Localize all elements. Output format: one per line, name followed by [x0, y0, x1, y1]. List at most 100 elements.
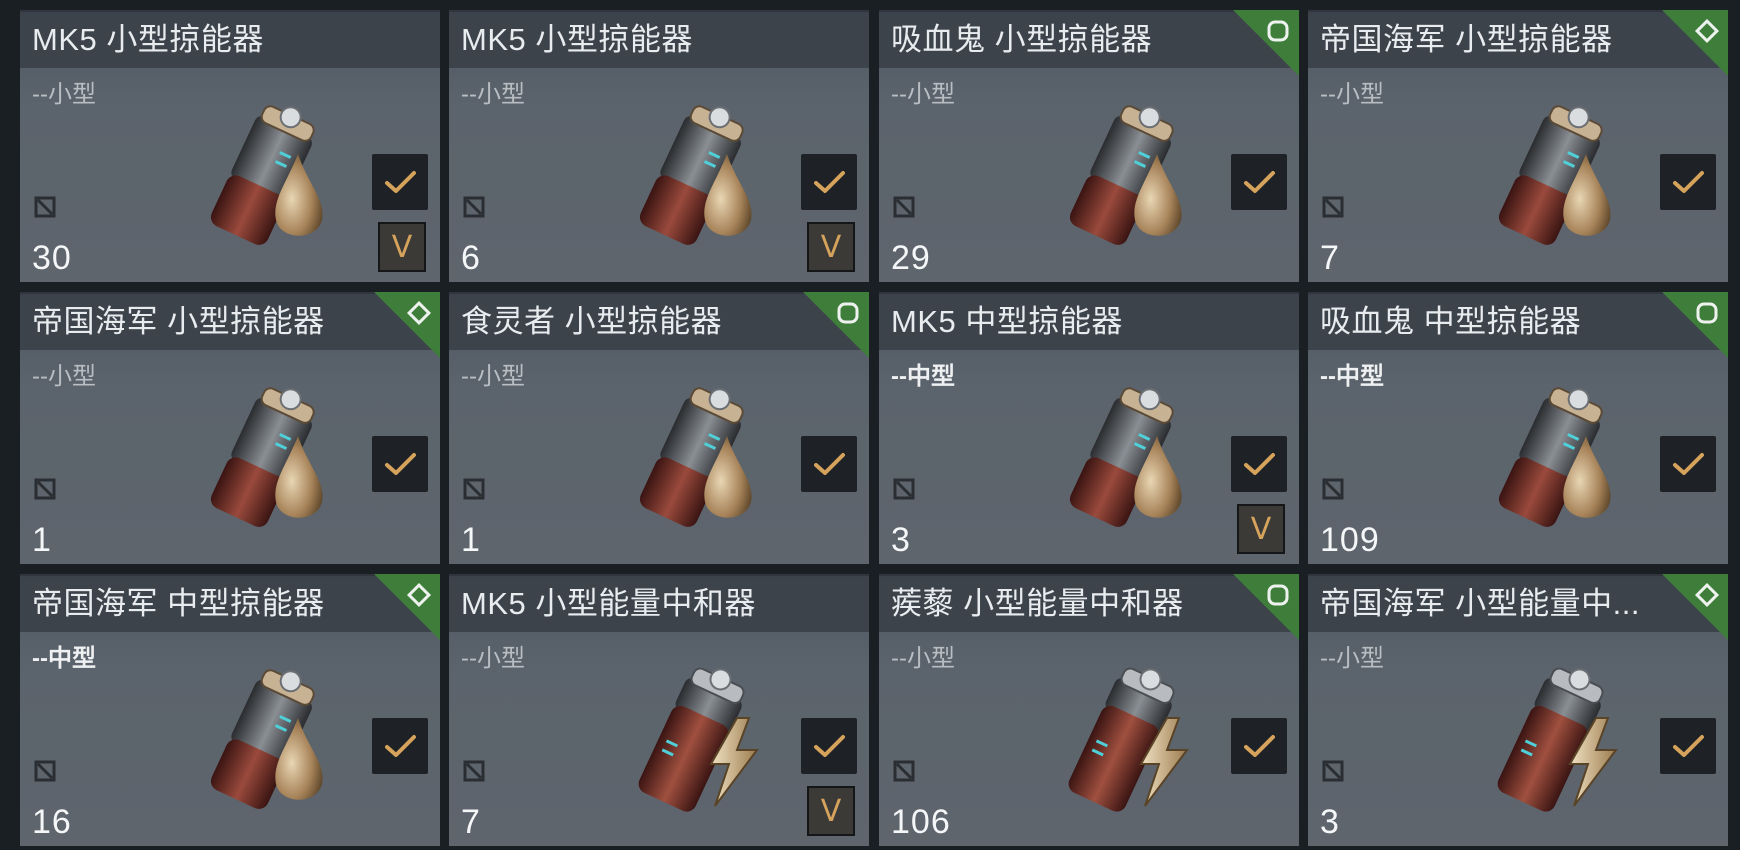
check-icon[interactable] [1231, 154, 1287, 210]
item-size-label: --小型 [891, 81, 955, 108]
slot-empty-icon [893, 760, 915, 782]
item-quantity: 29 [891, 239, 931, 277]
energy-nosferatu-icon [619, 374, 769, 544]
energy-nosferatu-icon [190, 374, 340, 544]
energy-neutralizer-icon [1478, 656, 1628, 826]
item-quantity: 109 [1320, 521, 1380, 559]
check-icon[interactable] [1660, 436, 1716, 492]
check-icon[interactable] [1231, 436, 1287, 492]
item-quantity: 3 [891, 521, 911, 559]
item-size-label: --中型 [32, 645, 96, 672]
item-card[interactable]: MK5 小型能量中和器 --小型 7 V [449, 574, 869, 846]
item-quantity: 7 [461, 803, 481, 841]
slot-empty-icon [893, 196, 915, 218]
energy-nosferatu-icon [1478, 374, 1628, 544]
item-card[interactable]: 帝国海军 小型掠能器 --小型 1 [20, 292, 440, 564]
item-title: 蒺藜 小型能量中和器 [891, 586, 1184, 621]
item-size-label: --小型 [461, 363, 525, 390]
card-top-border [879, 292, 1299, 294]
item-quantity: 1 [32, 521, 52, 559]
slot-empty-icon [34, 760, 56, 782]
item-quantity: 30 [32, 239, 72, 277]
card-top-border [449, 10, 869, 12]
check-icon[interactable] [1660, 718, 1716, 774]
item-title: 吸血鬼 小型掠能器 [891, 22, 1153, 57]
item-size-label: --小型 [32, 81, 96, 108]
check-icon[interactable] [801, 718, 857, 774]
item-card[interactable]: MK5 中型掠能器 --中型 3 V [879, 292, 1299, 564]
slot-empty-icon [1322, 196, 1344, 218]
item-size-label: --小型 [32, 363, 96, 390]
item-quantity: 6 [461, 239, 481, 277]
check-icon[interactable] [372, 154, 428, 210]
energy-nosferatu-icon [190, 92, 340, 262]
item-card[interactable]: 帝国海军 小型能量中... --小型 3 [1308, 574, 1728, 846]
v-button[interactable]: V [807, 222, 855, 272]
slot-empty-icon [893, 478, 915, 500]
circle-icon [833, 298, 863, 328]
item-card[interactable]: 吸血鬼 中型掠能器 --中型 109 [1308, 292, 1728, 564]
slot-empty-icon [34, 196, 56, 218]
item-title: 食灵者 小型掠能器 [461, 304, 723, 339]
item-card[interactable]: 帝国海军 小型掠能器 --小型 7 [1308, 10, 1728, 282]
slot-empty-icon [1322, 760, 1344, 782]
item-size-label: --小型 [1320, 81, 1384, 108]
energy-nosferatu-icon [1049, 374, 1199, 544]
item-title: 帝国海军 中型掠能器 [32, 586, 325, 621]
energy-nosferatu-icon [1478, 92, 1628, 262]
diamond-icon [404, 298, 434, 328]
circle-icon [1263, 580, 1293, 610]
check-icon[interactable] [372, 718, 428, 774]
item-card[interactable]: MK5 小型掠能器 --小型 6 V [449, 10, 869, 282]
v-button[interactable]: V [807, 786, 855, 836]
v-button[interactable]: V [1237, 504, 1285, 554]
item-title: MK5 小型能量中和器 [461, 586, 756, 621]
check-icon[interactable] [372, 436, 428, 492]
energy-neutralizer-icon [619, 656, 769, 826]
slot-empty-icon [1322, 478, 1344, 500]
item-title: MK5 中型掠能器 [891, 304, 1123, 339]
item-size-label: --小型 [891, 645, 955, 672]
slot-empty-icon [463, 760, 485, 782]
energy-nosferatu-icon [190, 656, 340, 826]
check-icon[interactable] [1231, 718, 1287, 774]
v-button[interactable]: V [378, 222, 426, 272]
item-quantity: 7 [1320, 239, 1340, 277]
circle-icon [1263, 16, 1293, 46]
item-card[interactable]: MK5 小型掠能器 --小型 30 V [20, 10, 440, 282]
item-title: 帝国海军 小型能量中... [1320, 586, 1640, 621]
card-top-border [20, 10, 440, 12]
item-title: MK5 小型掠能器 [32, 22, 264, 57]
diamond-icon [1692, 580, 1722, 610]
item-card[interactable]: 吸血鬼 小型掠能器 --小型 29 [879, 10, 1299, 282]
item-size-label: --小型 [461, 81, 525, 108]
card-top-border [449, 574, 869, 576]
item-quantity: 106 [891, 803, 951, 841]
item-quantity: 3 [1320, 803, 1340, 841]
item-size-label: --中型 [891, 363, 955, 390]
energy-nosferatu-icon [619, 92, 769, 262]
check-icon[interactable] [1660, 154, 1716, 210]
check-icon[interactable] [801, 154, 857, 210]
slot-empty-icon [34, 478, 56, 500]
item-size-label: --小型 [461, 645, 525, 672]
item-title: 帝国海军 小型掠能器 [32, 304, 325, 339]
module-grid: MK5 小型掠能器 --小型 30 V MK5 小型掠能器 --小型 6 V 吸… [0, 0, 1740, 850]
item-card[interactable]: 食灵者 小型掠能器 --小型 1 [449, 292, 869, 564]
slot-empty-icon [463, 196, 485, 218]
circle-icon [1692, 298, 1722, 328]
item-size-label: --小型 [1320, 645, 1384, 672]
item-card[interactable]: 帝国海军 中型掠能器 --中型 16 [20, 574, 440, 846]
item-title: 吸血鬼 中型掠能器 [1320, 304, 1582, 339]
energy-neutralizer-icon [1049, 656, 1199, 826]
diamond-icon [1692, 16, 1722, 46]
item-quantity: 1 [461, 521, 481, 559]
energy-nosferatu-icon [1049, 92, 1199, 262]
check-icon[interactable] [801, 436, 857, 492]
item-title: 帝国海军 小型掠能器 [1320, 22, 1613, 57]
item-quantity: 16 [32, 803, 72, 841]
diamond-icon [404, 580, 434, 610]
item-card[interactable]: 蒺藜 小型能量中和器 --小型 106 [879, 574, 1299, 846]
item-title: MK5 小型掠能器 [461, 22, 693, 57]
slot-empty-icon [463, 478, 485, 500]
